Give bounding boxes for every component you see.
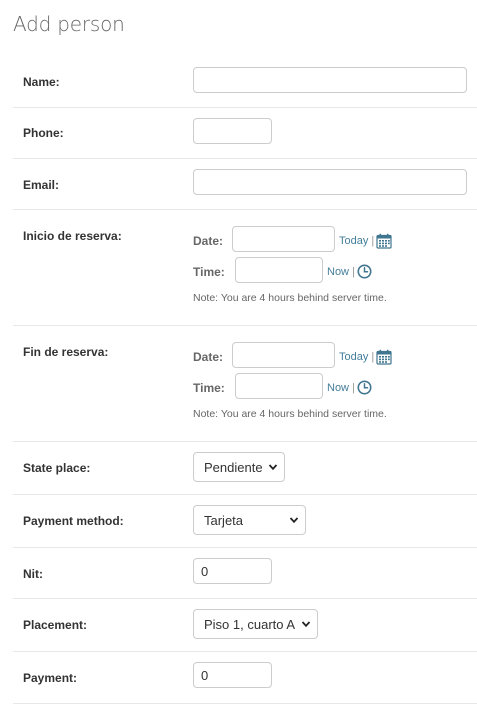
page-title: Add person <box>13 12 125 36</box>
fin-today-link[interactable]: Today <box>339 351 368 363</box>
fin-reserva-label: Fin de reserva: <box>23 345 109 359</box>
clock-icon[interactable] <box>357 380 372 395</box>
separator: | <box>352 265 355 278</box>
phone-field[interactable] <box>193 118 272 144</box>
placement-selected: Piso 1, cuarto A <box>204 616 296 632</box>
inicio-timezone-note: Note: You are 4 hours behind server time… <box>193 292 387 304</box>
form-row-payment-method: Payment method: Tarjeta <box>13 495 477 548</box>
fin-time-shortcuts: Now | <box>327 380 372 395</box>
inicio-time-shortcuts: Now | <box>327 264 372 279</box>
name-label: Name: <box>23 75 60 89</box>
inicio-date-shortcuts: Today | <box>339 233 392 249</box>
placement-select[interactable]: Piso 1, cuarto A <box>193 609 318 639</box>
calendar-icon[interactable] <box>376 349 392 365</box>
payment-method-label: Payment method: <box>23 514 124 528</box>
inicio-date-input[interactable] <box>232 226 335 252</box>
nit-label: Nit: <box>23 567 43 581</box>
form-row-state-place: State place: Pendiente <box>13 442 477 495</box>
state-place-select[interactable]: Pendiente <box>193 452 285 482</box>
fin-date-label: Date: <box>193 350 224 364</box>
fin-now-link[interactable]: Now <box>327 382 349 394</box>
inicio-date-label: Date: <box>193 234 224 248</box>
form-row-nit: Nit: 0 <box>13 548 477 599</box>
fin-timezone-note: Note: You are 4 hours behind server time… <box>193 408 387 420</box>
inicio-time-input[interactable] <box>235 257 323 283</box>
form-row-email: Email: <box>13 159 477 210</box>
nit-field[interactable]: 0 <box>193 558 272 584</box>
email-field[interactable] <box>193 169 467 195</box>
state-place-label: State place: <box>23 461 91 475</box>
payment-method-select[interactable]: Tarjeta <box>193 505 306 535</box>
inicio-now-link[interactable]: Now <box>327 266 349 278</box>
fin-date-input[interactable] <box>232 342 335 368</box>
state-place-selected: Pendiente <box>204 459 263 475</box>
form-row-placement: Placement: Piso 1, cuarto A <box>13 599 477 652</box>
form-row-phone: Phone: <box>13 108 477 159</box>
clock-icon[interactable] <box>357 264 372 279</box>
chevron-down-icon <box>301 621 311 628</box>
separator: | <box>371 351 375 363</box>
calendar-icon[interactable] <box>376 233 392 249</box>
form-row-inicio-reserva: Inicio de reserva: Date: Today | Time: N… <box>13 210 477 326</box>
form-row-payment: Payment: 0 <box>13 652 477 704</box>
fin-time-input[interactable] <box>235 373 323 399</box>
payment-label: Payment: <box>23 671 78 685</box>
form-row-name: Name: <box>13 56 477 108</box>
chevron-down-icon <box>289 517 299 524</box>
name-field[interactable] <box>193 67 467 93</box>
inicio-time-label: Time: <box>193 265 225 279</box>
fin-date-shortcuts: Today | <box>339 349 392 365</box>
separator: | <box>371 235 375 247</box>
fin-time-label: Time: <box>193 381 225 395</box>
chevron-down-icon <box>268 464 278 471</box>
add-person-page: Add person Name: Phone: Email: Inicio de… <box>0 0 477 715</box>
payment-field[interactable]: 0 <box>193 662 272 688</box>
payment-method-selected: Tarjeta <box>204 512 244 528</box>
placement-label: Placement: <box>23 618 88 632</box>
inicio-today-link[interactable]: Today <box>339 235 368 247</box>
form-row-fin-reserva: Fin de reserva: Date: Today | Time: Now … <box>13 326 477 442</box>
phone-label: Phone: <box>23 126 64 140</box>
email-label: Email: <box>23 178 60 192</box>
separator: | <box>352 381 355 394</box>
inicio-reserva-label: Inicio de reserva: <box>23 229 122 243</box>
